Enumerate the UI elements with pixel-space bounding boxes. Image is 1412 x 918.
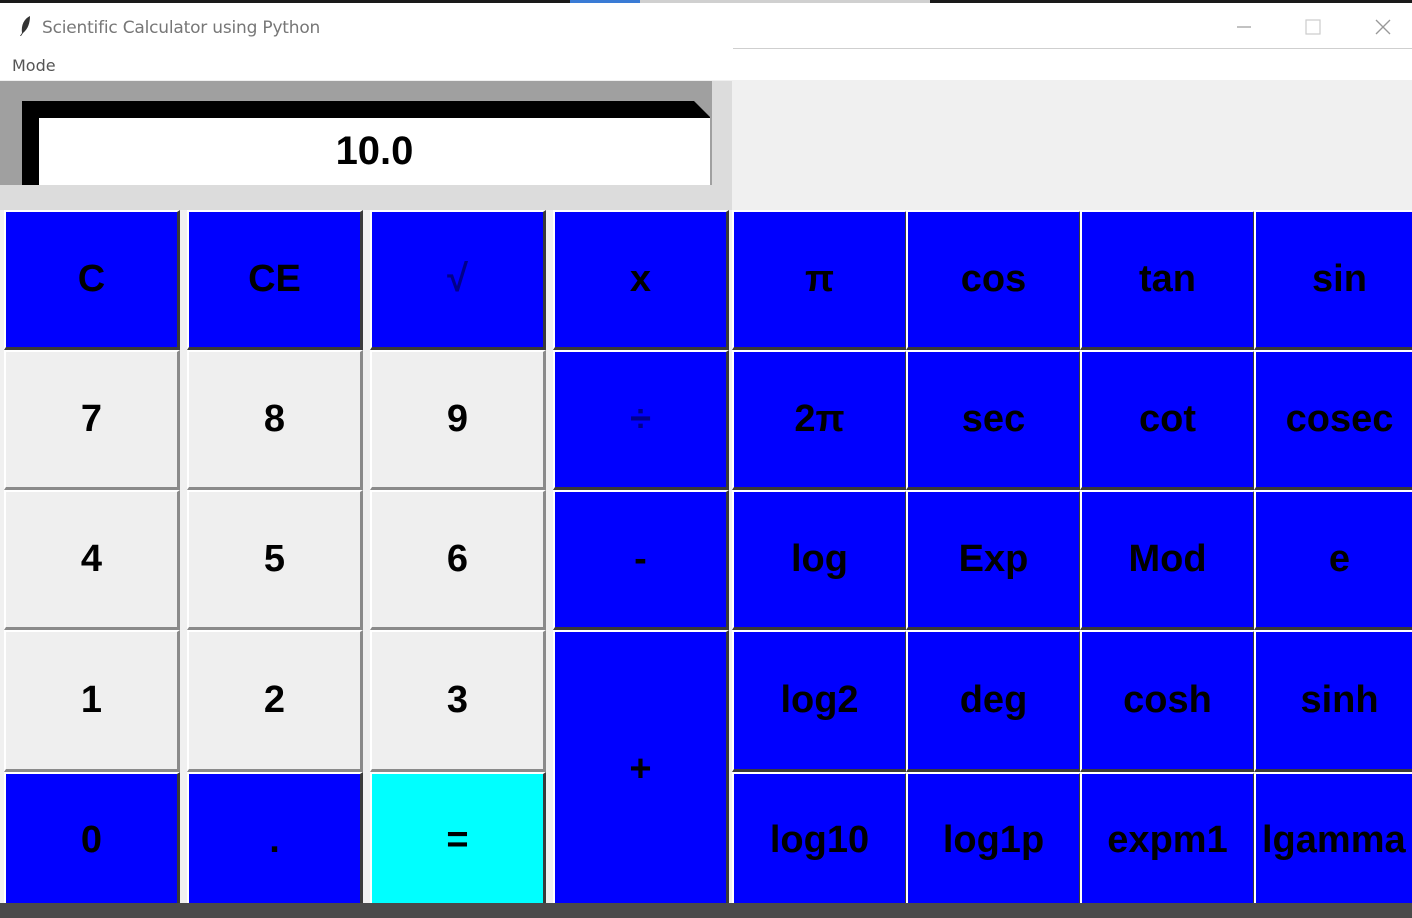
tan-button[interactable]: tan: [1080, 210, 1256, 350]
add-button[interactable]: +: [553, 630, 729, 910]
maximize-icon[interactable]: [1290, 8, 1336, 44]
divide-button[interactable]: ÷: [553, 350, 729, 490]
digit-0-button[interactable]: 0: [4, 772, 180, 910]
subtract-button[interactable]: -: [553, 490, 729, 630]
cos-button[interactable]: cos: [906, 210, 1082, 350]
cot-button[interactable]: cot: [1080, 350, 1256, 490]
menu-mode[interactable]: Mode: [12, 56, 56, 75]
display-frame: 10.0: [0, 81, 732, 210]
log1p-button[interactable]: log1p: [906, 772, 1082, 910]
digit-4-button[interactable]: 4: [4, 490, 180, 630]
mod-button[interactable]: Mod: [1080, 490, 1256, 630]
digit-1-button[interactable]: 1: [4, 630, 180, 772]
dot-button[interactable]: .: [187, 772, 363, 910]
sinh-button[interactable]: sinh: [1254, 630, 1412, 772]
clear-entry-button[interactable]: CE: [187, 210, 363, 350]
display-bevel-bottom: [0, 185, 732, 210]
e-button[interactable]: e: [1254, 490, 1412, 630]
lgamma-button[interactable]: lgamma: [1254, 772, 1412, 910]
expm1-button[interactable]: expm1: [1080, 772, 1256, 910]
cosh-button[interactable]: cosh: [1080, 630, 1256, 772]
deg-button[interactable]: deg: [906, 630, 1082, 772]
digit-8-button[interactable]: 8: [187, 350, 363, 490]
display-value: 10.0: [335, 129, 414, 173]
digit-2-button[interactable]: 2: [187, 630, 363, 772]
digit-3-button[interactable]: 3: [370, 630, 546, 772]
window-title: Scientific Calculator using Python: [42, 18, 321, 38]
digit-9-button[interactable]: 9: [370, 350, 546, 490]
digit-7-button[interactable]: 7: [4, 350, 180, 490]
minimize-icon[interactable]: [1220, 8, 1266, 44]
pi-button[interactable]: π: [732, 210, 908, 350]
sec-button[interactable]: sec: [906, 350, 1082, 490]
digit-6-button[interactable]: 6: [370, 490, 546, 630]
menu-divider: [733, 48, 1412, 49]
log-button[interactable]: log: [732, 490, 908, 630]
sin-button[interactable]: sin: [1254, 210, 1412, 350]
title-bar: Scientific Calculator using Python: [0, 3, 1412, 51]
sqrt-button[interactable]: √: [370, 210, 546, 350]
equals-button[interactable]: =: [370, 772, 546, 910]
bottom-edge: [0, 903, 1412, 918]
exp-button[interactable]: Exp: [906, 490, 1082, 630]
log2-button[interactable]: log2: [732, 630, 908, 772]
log10-button[interactable]: log10: [732, 772, 908, 910]
cosec-button[interactable]: cosec: [1254, 350, 1412, 490]
two-pi-button[interactable]: 2π: [732, 350, 908, 490]
display-entry[interactable]: 10.0: [22, 101, 711, 185]
feather-app-icon: [20, 16, 30, 36]
close-icon[interactable]: [1360, 8, 1406, 44]
digit-5-button[interactable]: 5: [187, 490, 363, 630]
clear-button[interactable]: C: [4, 210, 180, 350]
menu-bar: Mode: [0, 48, 1412, 80]
display-side-panel: [732, 81, 1412, 210]
multiply-button[interactable]: x: [553, 210, 729, 350]
